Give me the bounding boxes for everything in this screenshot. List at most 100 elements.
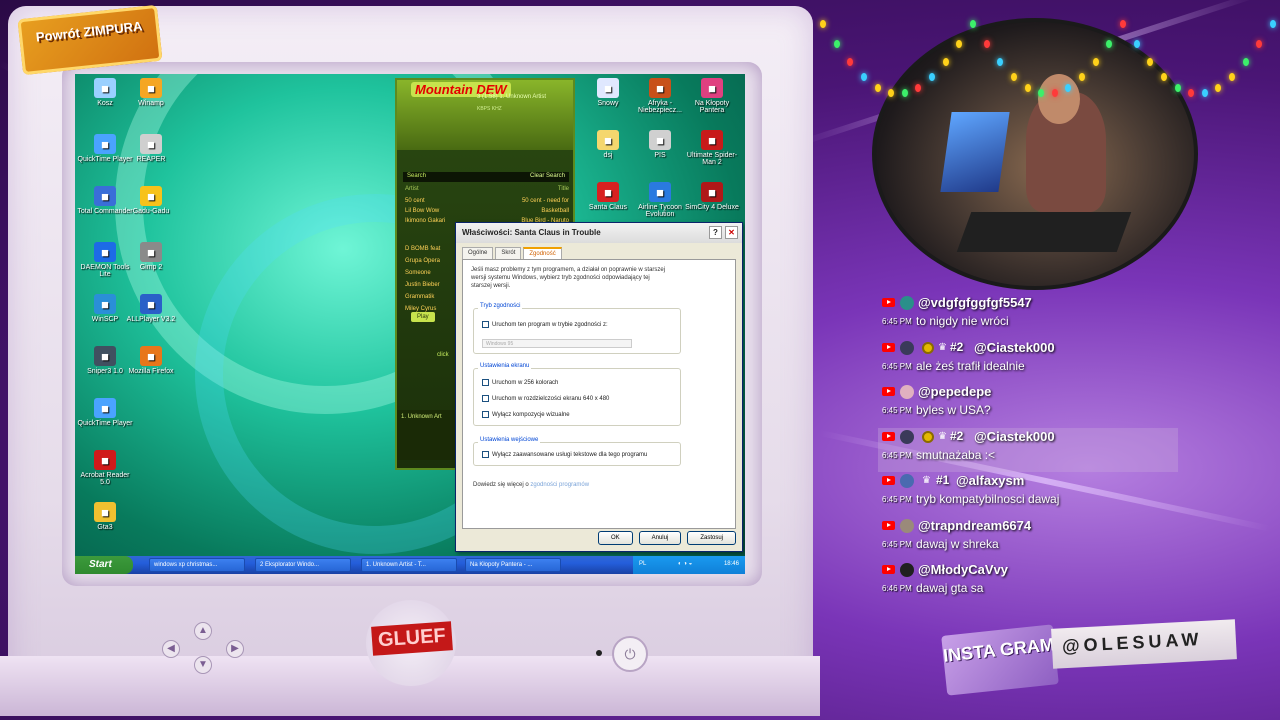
desktop-icon[interactable]: ■ Mozilla Firefox [121,346,181,375]
desktop-icon[interactable]: ■ Winamp [121,78,181,107]
dialog-tabs: Ogólne Skrót Zgodność [456,243,742,259]
apply-button[interactable]: Zastosuj [687,531,736,545]
avatar [900,429,914,444]
disable-text-services-checkbox[interactable]: Wyłącz zaawansowane usługi tekstowe dla … [482,451,647,458]
winamp-col-title[interactable]: Title [558,186,569,192]
youtube-icon [882,342,895,352]
chat-time: 6:45 PM [882,450,912,460]
gimp-icon: ■ [140,242,162,262]
desktop-icon-label: Afryka - Niebezpiecz... [638,100,682,114]
pantera-icon: ■ [701,78,723,98]
taskbar-item[interactable]: 2 Eksplorator Windo... [255,558,351,572]
avatar [900,296,914,310]
youtube-icon [882,476,895,485]
tab-shortcut[interactable]: Skrót [495,247,522,259]
desktop-icon[interactable]: ■ Gimp 2 [121,242,181,271]
light-bulb [1174,83,1181,92]
light-bulb [970,20,976,28]
taskbar-item[interactable]: 1. Unknown Artist - T... [361,558,457,572]
winamp-playlist-row[interactable]: 50 cent 50 cent - need for [405,198,569,204]
taskbar-item[interactable]: Na Kłopoty Pantera - ... [465,558,561,572]
snowy-icon: ■ [597,78,619,98]
ok-button[interactable]: OK [597,531,633,545]
checkbox-box[interactable] [482,395,489,402]
run-256-colors-checkbox[interactable]: Uruchom w 256 kolorach [482,379,558,386]
light-bulb [1010,72,1017,81]
desktop-icon-label: Acrobat Reader 5.0 [80,472,130,486]
chat-message: @MłodyCaVvy 6:46 PM dawaj gta sa [878,561,1178,606]
desktop-icon[interactable]: ■ SimCity 4 Deluxe [682,182,742,211]
desktop-icon[interactable]: ■ Ultimate Spider-Man 2 [682,130,742,166]
power-icon: ⏻ [612,636,648,672]
checkbox-box[interactable] [482,379,489,386]
folder-icon: ■ [597,130,619,150]
display-settings-group: Ustawienia ekranu Uruchom w 256 kolorach… [473,363,681,426]
checkbox-box[interactable] [482,321,489,328]
help-button[interactable]: ? [709,226,722,239]
dialog-title-bar[interactable]: Właściwości: Santa Claus in Trouble ? ✕ [456,223,742,243]
santa-claus-icon: ■ [597,182,619,202]
language-indicator[interactable]: PL [639,561,646,569]
winamp-clear-search-button[interactable]: Clear Search [530,173,565,181]
desktop-icon[interactable]: ■ Gadu-Gadu [121,186,181,215]
run-640x480-checkbox[interactable]: Uruchom w rozdzielczości ekranu 640 x 48… [482,395,609,402]
checkbox-label: Uruchom w 256 kolorach [492,379,559,386]
winamp-col-artist[interactable]: Artist [405,186,419,192]
chat-time: 6:45 PM [882,539,912,549]
cancel-button[interactable]: Anuluj [638,531,682,545]
desktop-icon[interactable]: ■ Airline Tycoon Evolution [630,182,690,218]
playlist-artist: 50 cent [405,198,425,204]
desktop-icon[interactable]: ■ QuickTime Player [75,398,135,427]
desktop-icon[interactable]: ■ REAPER [121,134,181,163]
light-bulb [1229,72,1236,81]
desktop-icon[interactable]: ■ Afryka - Niebezpiecz... [630,78,690,114]
tray-icons: ◐ ◑ ◒ [678,561,693,567]
desktop-icon[interactable]: ■ Snowy [578,78,638,107]
playlist-title: Basketball [541,208,569,214]
light-bulb [942,57,949,66]
youtube-icon [882,565,895,574]
winamp-elapsed: 3 (1:58) [477,94,498,100]
light-bulb [1092,57,1099,66]
winscp-icon: ■ [94,294,116,314]
desktop-icon-label: REAPER [136,156,166,163]
taskbar-item[interactable]: windows xp christmas... [149,558,245,572]
close-button[interactable]: ✕ [725,226,738,239]
youtube-icon [882,520,895,530]
chat-time: 6:45 PM [882,406,912,415]
disable-visual-themes-checkbox[interactable]: Wyłącz kompozycje wizualne [482,411,570,418]
chat-username: @MłodyCaVvy [918,562,1008,577]
compat-mode-checkbox[interactable]: Uruchom ten program w trybie zgodności z… [482,321,608,328]
desktop-icon[interactable]: ■ dsj [578,130,638,159]
chat-text: ale żeś trafił idealnie [916,358,1025,373]
desktop-icon[interactable]: ■ ALLPlayer V3.2 [121,294,181,323]
checkbox-box[interactable] [482,411,489,418]
winamp-playlist-row[interactable]: Lil Bow Wow Basketball [405,208,569,214]
winamp-play-button[interactable]: Play [411,312,435,322]
tab-compatibility[interactable]: Zgodność [523,247,562,259]
checkbox-box[interactable] [482,451,489,458]
chat-time: 6:46 PM [882,584,912,593]
desktop-icon[interactable]: ■ Santa Claus [578,182,638,211]
desktop-icon[interactable]: ■ Na Kłopoty Pantera [682,78,742,114]
compat-os-select: Windows 95 [482,339,632,348]
desktop-icon[interactable]: ■ PIS [630,130,690,159]
desktop-icon-label: Sniper3 1.0 [87,368,123,375]
winamp-search-bar[interactable]: Search Clear Search [403,172,569,182]
desktop-icon[interactable]: ■ Acrobat Reader 5.0 [75,450,135,486]
light-bulb [1133,39,1140,48]
light-bulb [860,72,867,81]
compat-mode-title: Tryb zgodności [478,303,523,309]
desktop-icon-label: Santa Claus [588,204,628,211]
desktop-icon-label: Gimp 2 [139,264,163,271]
desktop-icon-label: Ultimate Spider-Man 2 [686,152,738,166]
desktop-icon[interactable]: ■ Gta3 [75,502,135,531]
learn-more-link[interactable]: zgodności programów [530,482,589,488]
chat-text: tryb kompatybilnosci dawaj [916,492,1060,506]
start-button[interactable]: Start [75,556,133,574]
tab-general[interactable]: Ogólne [462,247,494,259]
checkbox-label: Uruchom w rozdzielczości ekranu 640 x 48… [492,395,610,402]
desktop-icon-label: PIS [654,152,666,159]
daemon-tools-icon: ■ [94,242,116,262]
clock[interactable]: 18:46 [724,561,739,569]
